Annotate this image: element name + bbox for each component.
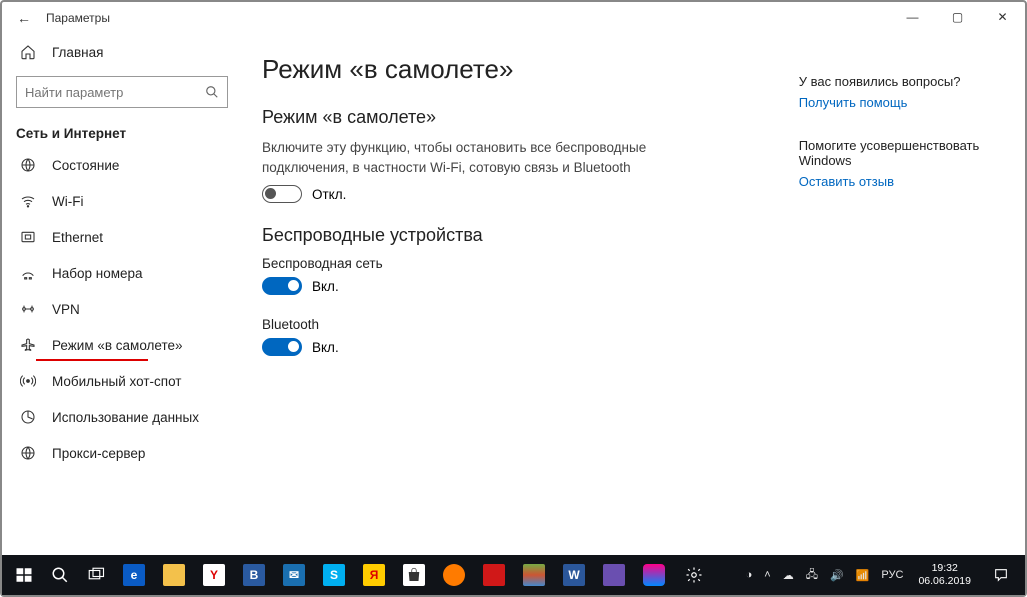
search-icon <box>51 566 69 584</box>
tb-app-word[interactable]: W <box>554 555 594 595</box>
wireless-toggle[interactable] <box>262 277 302 295</box>
search-input[interactable] <box>25 85 205 100</box>
tb-app-store[interactable] <box>394 555 434 595</box>
tray-volume-icon[interactable]: 🔊 <box>827 569 847 582</box>
tray-language[interactable]: РУС <box>878 569 906 581</box>
tb-app-pdf[interactable] <box>474 555 514 595</box>
window-title: Параметры <box>38 11 110 25</box>
wifi-icon <box>20 193 36 209</box>
taskbar: e Y B ✉ S Я W ◑ ˄ ☁ 🖧 🔊 📶 РУС 19:32 06.0… <box>2 555 1025 595</box>
sidebar-item-datausage[interactable]: Использование данных <box>2 399 242 435</box>
gear-icon <box>685 566 703 584</box>
sidebar-item-label: Использование данных <box>52 410 199 425</box>
system-tray: ◑ ˄ ☁ 🖧 🔊 📶 РУС 19:32 06.06.2019 <box>743 555 1021 595</box>
tray-clock[interactable]: 19:32 06.06.2019 <box>912 562 977 587</box>
tb-app-mail[interactable]: ✉ <box>274 555 314 595</box>
tb-app-misc1[interactable] <box>594 555 634 595</box>
action-center-icon <box>993 567 1009 583</box>
sidebar-item-label: VPN <box>52 302 80 317</box>
sidebar-item-ethernet[interactable]: Ethernet <box>2 219 242 255</box>
sidebar-item-airplane[interactable]: Режим «в самолете» <box>2 327 242 363</box>
titlebar: ← Параметры <box>2 2 1025 34</box>
sidebar-item-wifi[interactable]: Wi-Fi <box>2 183 242 219</box>
bluetooth-label: Bluetooth <box>262 317 759 332</box>
tb-app-settings[interactable] <box>674 555 714 595</box>
tb-app-vk[interactable]: B <box>234 555 274 595</box>
airplane-icon <box>20 337 36 353</box>
dialup-icon <box>20 265 36 281</box>
tray-network-icon[interactable]: 🖧 <box>803 566 821 585</box>
sidebar-home[interactable]: Главная <box>2 34 242 70</box>
sidebar-home-label: Главная <box>52 45 103 60</box>
tray-app-icon[interactable]: ◑ <box>743 569 756 581</box>
sidebar-item-hotspot[interactable]: Мобильный хот-спот <box>2 363 242 399</box>
taskview-icon <box>87 566 105 584</box>
taskview-button[interactable] <box>78 555 114 595</box>
sidebar-item-label: Режим «в самолете» <box>52 338 183 353</box>
sidebar-item-dialup[interactable]: Набор номера <box>2 255 242 291</box>
sidebar-item-label: Мобильный хот-спот <box>52 374 181 389</box>
help-link[interactable]: Получить помощь <box>799 95 1025 110</box>
datausage-icon <box>20 409 36 425</box>
sidebar-item-label: Wi-Fi <box>52 194 83 209</box>
back-button[interactable]: ← <box>10 10 38 26</box>
action-center-button[interactable] <box>983 555 1019 595</box>
tray-chevron-icon[interactable]: ˄ <box>761 569 773 581</box>
sidebar-section-head: Сеть и Интернет <box>2 120 242 147</box>
feedback-head: Помогите усовершенствовать Windows <box>799 138 1025 168</box>
wireless-toggle-state: Вкл. <box>312 279 339 294</box>
search-icon <box>205 85 219 99</box>
right-column: У вас появились вопросы? Получить помощь… <box>759 54 1025 555</box>
start-button[interactable] <box>6 555 42 595</box>
tb-app-yandex2[interactable]: Я <box>354 555 394 595</box>
bluetooth-toggle-state: Вкл. <box>312 340 339 355</box>
sidebar: Главная Сеть и Интернет Состояние Wi-Fi … <box>2 34 242 555</box>
sidebar-item-label: Ethernet <box>52 230 103 245</box>
tb-app-winrar[interactable] <box>514 555 554 595</box>
tb-app-skype[interactable]: S <box>314 555 354 595</box>
sidebar-item-label: Прокси-сервер <box>52 446 145 461</box>
home-icon <box>20 44 36 60</box>
status-icon <box>20 157 36 173</box>
tb-app-yandex[interactable]: Y <box>194 555 234 595</box>
section-airplane-desc: Включите эту функцию, чтобы остановить в… <box>262 138 682 177</box>
vpn-icon <box>20 301 36 317</box>
content: Режим «в самолете» Режим «в самолете» Вк… <box>242 34 1025 555</box>
tb-app-misc2[interactable] <box>634 555 674 595</box>
wireless-label: Беспроводная сеть <box>262 256 759 271</box>
tb-app-edge[interactable]: e <box>114 555 154 595</box>
windows-icon <box>15 566 33 584</box>
minimize-button[interactable]: ― <box>890 2 935 32</box>
help-head: У вас появились вопросы? <box>799 74 1025 89</box>
main-column: Режим «в самолете» Режим «в самолете» Вк… <box>262 54 759 555</box>
sidebar-item-proxy[interactable]: Прокси-сервер <box>2 435 242 471</box>
ethernet-icon <box>20 229 36 245</box>
airplane-toggle[interactable] <box>262 185 302 203</box>
tray-wifi-icon[interactable]: 📶 <box>853 569 873 582</box>
hotspot-icon <box>20 373 36 389</box>
bluetooth-toggle[interactable] <box>262 338 302 356</box>
section-airplane-title: Режим «в самолете» <box>262 107 759 128</box>
search-box[interactable] <box>16 76 228 108</box>
airplane-toggle-state: Откл. <box>312 187 346 202</box>
window-controls: ― ▢ ✕ <box>890 2 1025 32</box>
maximize-button[interactable]: ▢ <box>935 2 980 32</box>
sidebar-item-status[interactable]: Состояние <box>2 147 242 183</box>
sidebar-item-label: Набор номера <box>52 266 143 281</box>
tb-app-firefox[interactable] <box>434 555 474 595</box>
proxy-icon <box>20 445 36 461</box>
feedback-link[interactable]: Оставить отзыв <box>799 174 1025 189</box>
search-taskbar[interactable] <box>42 555 78 595</box>
close-button[interactable]: ✕ <box>980 2 1025 32</box>
tray-date: 06.06.2019 <box>918 575 971 588</box>
sidebar-item-vpn[interactable]: VPN <box>2 291 242 327</box>
section-wireless-title: Беспроводные устройства <box>262 225 759 246</box>
tb-app-explorer[interactable] <box>154 555 194 595</box>
sidebar-item-label: Состояние <box>52 158 119 173</box>
tray-onedrive-icon[interactable]: ☁ <box>780 569 797 582</box>
page-title: Режим «в самолете» <box>262 54 759 85</box>
active-underline <box>36 359 148 361</box>
tray-time: 19:32 <box>918 562 971 575</box>
